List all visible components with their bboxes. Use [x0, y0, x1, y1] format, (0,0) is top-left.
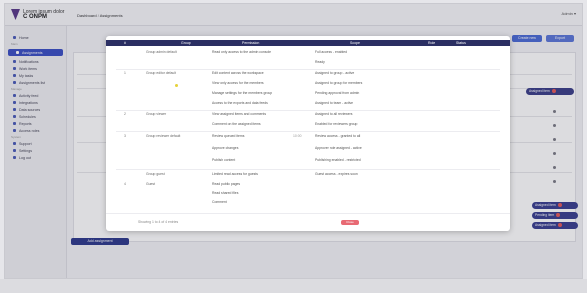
entries-count: Showing 1 to 4 of 4 entries: [138, 220, 179, 224]
divider: [116, 169, 500, 170]
modal-footer: Showing 1 to 4 of 4 entries Close: [106, 213, 510, 231]
divider: [116, 110, 500, 111]
close-button[interactable]: Close: [341, 220, 359, 225]
column-header: Group: [181, 41, 191, 45]
column-header: Role: [428, 41, 436, 45]
column-header: Status: [456, 41, 466, 45]
assignment-details-modal: # Group Permission Scope Role Status Gro…: [106, 36, 510, 231]
column-header: Permission: [242, 41, 260, 45]
column-header: #: [124, 41, 126, 45]
divider: [116, 131, 500, 132]
screen-bezel: [0, 279, 587, 293]
screen: Lorem ipsum dolor C ONPM Dashboard / Ass…: [4, 3, 583, 279]
column-header: Scope: [350, 41, 360, 45]
divider: [116, 69, 500, 70]
cursor-marker: [175, 84, 178, 87]
modal-table-header: # Group Permission Scope Role Status: [106, 40, 510, 46]
